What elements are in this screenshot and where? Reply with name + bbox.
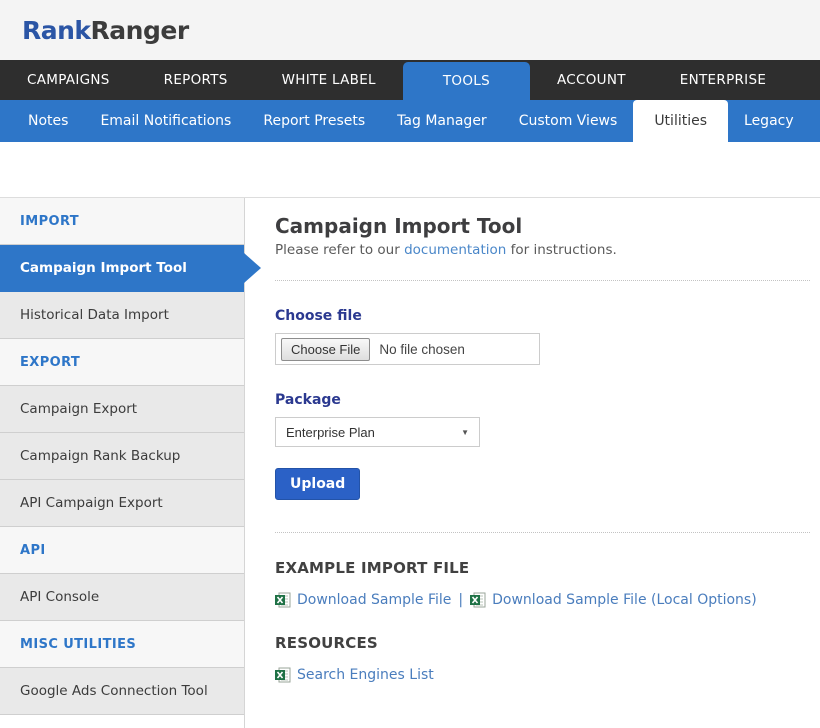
search-engines-list-link[interactable]: Search Engines List — [275, 667, 434, 683]
utilities-sidebar: IMPORT Campaign Import Tool Historical D… — [0, 198, 245, 728]
link-separator: | — [458, 592, 463, 608]
download-sample-file-local-options-label: Download Sample File (Local Options) — [492, 592, 757, 608]
nav-white-label[interactable]: WHITE LABEL — [255, 60, 403, 100]
nav-reports[interactable]: REPORTS — [137, 60, 255, 100]
sidebar-item-api-campaign-export[interactable]: API Campaign Export — [0, 480, 244, 527]
subnav-report-presets[interactable]: Report Presets — [247, 100, 381, 142]
intro-suffix: for instructions. — [506, 242, 617, 258]
subnav-notes[interactable]: Notes — [12, 100, 84, 142]
logo-part-rank: Rank — [22, 16, 91, 45]
package-label: Package — [275, 392, 810, 408]
chevron-down-icon: ▼ — [461, 428, 469, 437]
logo-part-ranger: Ranger — [91, 16, 189, 45]
subnav-legacy[interactable]: Legacy — [728, 100, 810, 142]
file-input[interactable]: Choose File No file chosen — [275, 333, 540, 365]
sidebar-item-campaign-rank-backup[interactable]: Campaign Rank Backup — [0, 433, 244, 480]
divider-bottom — [275, 532, 810, 533]
nav-enterprise[interactable]: ENTERPRISE — [653, 60, 793, 100]
primary-nav: CAMPAIGNS REPORTS WHITE LABEL TOOLS ACCO… — [0, 60, 820, 100]
sidebar-item-google-ads-connection-tool[interactable]: Google Ads Connection Tool — [0, 668, 244, 715]
choose-file-label: Choose file — [275, 308, 810, 324]
excel-file-icon — [275, 667, 291, 683]
download-sample-file-link[interactable]: Download Sample File — [275, 592, 451, 608]
sidebar-item-api-console[interactable]: API Console — [0, 574, 244, 621]
sidebar-item-campaign-import-tool[interactable]: Campaign Import Tool — [0, 245, 244, 292]
top-header: RankRanger — [0, 0, 820, 60]
upload-button[interactable]: Upload — [275, 468, 360, 500]
intro-text: Please refer to our documentation for in… — [275, 242, 810, 258]
sidebar-header-import: IMPORT — [0, 198, 244, 245]
sidebar-header-misc-utilities: MISC UTILITIES — [0, 621, 244, 668]
content-area: IMPORT Campaign Import Tool Historical D… — [0, 197, 820, 728]
search-engines-list-label: Search Engines List — [297, 667, 434, 683]
excel-file-icon — [470, 592, 486, 608]
download-sample-file-label: Download Sample File — [297, 592, 451, 608]
sample-file-links: Download Sample File | Download Sample F… — [275, 592, 810, 608]
excel-file-icon — [275, 592, 291, 608]
header-content-gap — [0, 142, 820, 197]
subnav-email-notifications[interactable]: Email Notifications — [84, 100, 247, 142]
secondary-nav: Notes Email Notifications Report Presets… — [0, 100, 820, 142]
sidebar-header-api: API — [0, 527, 244, 574]
subnav-tag-manager[interactable]: Tag Manager — [381, 100, 503, 142]
subnav-custom-views[interactable]: Custom Views — [503, 100, 634, 142]
download-sample-file-local-options-link[interactable]: Download Sample File (Local Options) — [470, 592, 757, 608]
page-title: Campaign Import Tool — [275, 214, 810, 238]
intro-prefix: Please refer to our — [275, 242, 404, 258]
nav-tools[interactable]: TOOLS — [403, 62, 530, 100]
divider-top — [275, 280, 810, 281]
subnav-utilities[interactable]: Utilities — [633, 100, 728, 142]
resources-links: Search Engines List — [275, 667, 810, 683]
documentation-link[interactable]: documentation — [404, 242, 506, 258]
package-select[interactable]: Enterprise Plan ▼ — [275, 417, 480, 447]
file-status-text: No file chosen — [379, 342, 465, 357]
rankranger-logo[interactable]: RankRanger — [22, 16, 189, 45]
main-panel: Campaign Import Tool Please refer to our… — [245, 198, 820, 728]
sidebar-header-export: EXPORT — [0, 339, 244, 386]
example-import-file-heading: EXAMPLE IMPORT FILE — [275, 559, 810, 577]
nav-campaigns[interactable]: CAMPAIGNS — [0, 60, 137, 100]
resources-heading: RESOURCES — [275, 634, 810, 652]
nav-account[interactable]: ACCOUNT — [530, 60, 653, 100]
sidebar-item-campaign-export[interactable]: Campaign Export — [0, 386, 244, 433]
sidebar-item-historical-data-import[interactable]: Historical Data Import — [0, 292, 244, 339]
choose-file-button[interactable]: Choose File — [281, 338, 370, 361]
package-selected-value: Enterprise Plan — [286, 425, 375, 440]
